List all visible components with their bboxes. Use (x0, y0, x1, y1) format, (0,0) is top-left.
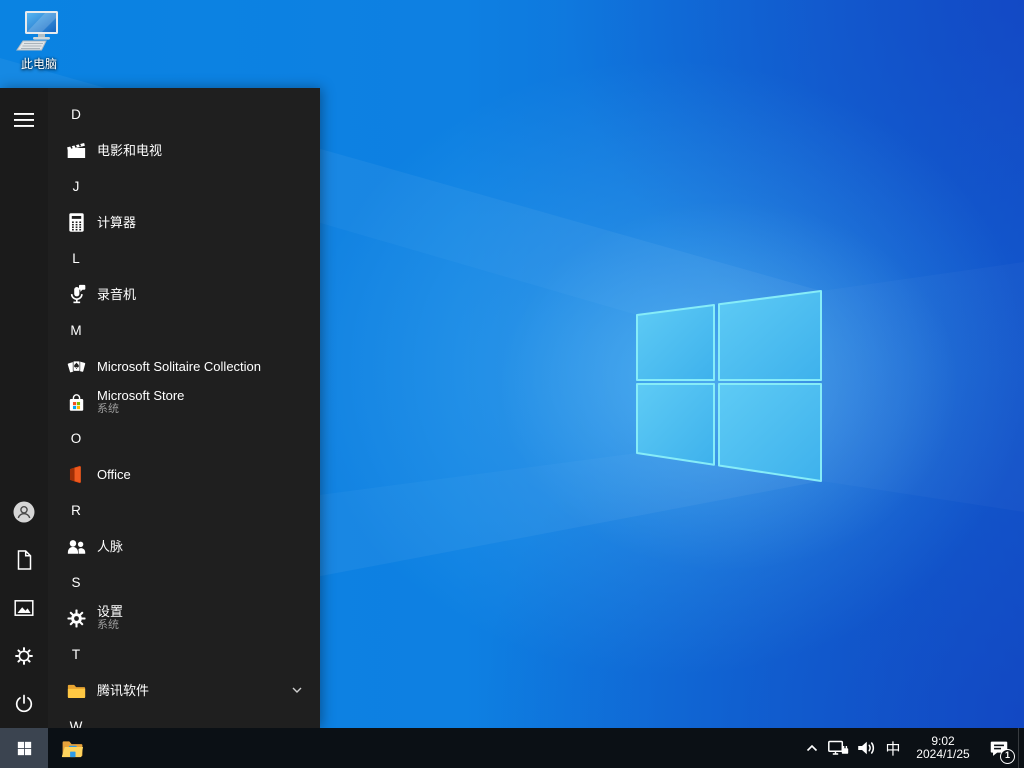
section-letter: S (71, 574, 81, 590)
section-letter: L (72, 250, 80, 266)
clock-time: 9:02 (931, 733, 955, 748)
start-menu-app-office[interactable]: Office (48, 456, 320, 492)
start-menu-app-voice-recorder[interactable]: 录音机 (48, 276, 320, 312)
app-label: 设置 (97, 604, 124, 619)
volume-tray-button[interactable] (852, 728, 880, 768)
start-menu-app-movies-tv[interactable]: 电影和电视 (48, 132, 320, 168)
app-label: 人脉 (97, 538, 124, 554)
section-header-w[interactable]: W (48, 708, 320, 729)
clock-date: 2024/1/25 (916, 747, 970, 761)
network-icon (828, 740, 849, 755)
hamburger-icon (14, 113, 34, 127)
power-icon (12, 692, 36, 716)
start-menu-rail (0, 88, 48, 728)
section-letter: J (72, 178, 80, 194)
this-pc-icon (16, 11, 58, 51)
rail-pictures-button[interactable] (12, 596, 36, 620)
start-menu-app-microsoft-store[interactable]: Microsoft Store 系统 (48, 384, 320, 420)
taskbar: 中 9:02 2024/1/25 1 (0, 728, 1024, 768)
ime-indicator[interactable]: 中 (880, 728, 906, 768)
app-label: 腾讯软件 (97, 682, 150, 698)
gear-outline-icon (12, 644, 36, 668)
notification-badge: 1 (1000, 749, 1015, 764)
document-icon (12, 548, 36, 572)
office-icon (64, 462, 88, 486)
voice-recorder-icon (64, 282, 88, 306)
start-menu-app-solitaire[interactable]: Microsoft Solitaire Collection (48, 348, 320, 384)
system-tray: 中 9:02 2024/1/25 1 (800, 728, 1024, 768)
app-sublabel: 系统 (97, 619, 119, 631)
rail-settings-button[interactable] (12, 644, 36, 668)
taskbar-clock[interactable]: 9:02 2024/1/25 (906, 728, 980, 768)
rail-power-button[interactable] (12, 692, 36, 716)
app-label: 电影和电视 (97, 142, 163, 158)
section-letter: T (71, 646, 81, 662)
action-center-button[interactable]: 1 (980, 728, 1018, 768)
section-letter: W (69, 718, 83, 729)
section-header-t[interactable]: T (48, 636, 320, 672)
section-header-m[interactable]: M (48, 312, 320, 348)
desktop-icon-this-pc[interactable]: 此电脑 (8, 8, 70, 72)
settings-icon (64, 606, 88, 630)
app-label: 录音机 (97, 286, 137, 302)
start-menu-app-settings[interactable]: 设置 系统 (48, 600, 320, 636)
pictures-icon (12, 596, 36, 620)
app-label: Microsoft Solitaire Collection (97, 358, 262, 374)
start-menu: D 电影和电视 J 计算器 L 录音机 M Microsoft Solitaire Colle… (0, 88, 320, 728)
start-menu-app-people[interactable]: 人脉 (48, 528, 320, 564)
section-header-d[interactable]: D (48, 96, 320, 132)
show-desktop-button[interactable] (1018, 728, 1024, 768)
network-tray-button[interactable] (824, 728, 852, 768)
file-explorer-button[interactable] (48, 728, 96, 768)
desktop-icon-label: 此电脑 (20, 57, 57, 71)
solitaire-icon (64, 354, 88, 378)
movies-tv-icon (64, 138, 88, 162)
chevron-up-icon (806, 744, 818, 752)
rail-user-account-button[interactable] (12, 500, 36, 524)
people-icon (64, 534, 88, 558)
section-letter: O (70, 430, 82, 446)
windows-start-icon (17, 741, 31, 755)
section-letter: M (70, 322, 82, 338)
section-header-s[interactable]: S (48, 564, 320, 600)
app-label: 计算器 (97, 214, 137, 230)
app-label: Office (97, 466, 131, 482)
app-sublabel: 系统 (97, 403, 119, 415)
show-hidden-icons-button[interactable] (800, 728, 824, 768)
speaker-icon (858, 741, 875, 755)
start-button[interactable] (0, 728, 48, 768)
start-menu-app-tencent-folder[interactable]: 腾讯软件 (48, 672, 320, 708)
expand-menu-button[interactable] (12, 108, 36, 132)
windows-logo (636, 290, 822, 482)
section-header-r[interactable]: R (48, 492, 320, 528)
chevron-down-icon[interactable] (288, 681, 306, 699)
app-label: Microsoft Store (97, 388, 185, 403)
section-header-o[interactable]: O (48, 420, 320, 456)
start-menu-app-list: D 电影和电视 J 计算器 L 录音机 M Microsoft Solitaire Colle… (48, 88, 320, 728)
user-icon (12, 500, 36, 524)
tencent-folder-icon (64, 678, 88, 702)
section-letter: R (71, 502, 81, 518)
microsoft-store-icon (64, 390, 88, 414)
file-explorer-icon (61, 740, 83, 757)
section-header-j[interactable]: J (48, 168, 320, 204)
calculator-icon (64, 210, 88, 234)
start-menu-app-calculator[interactable]: 计算器 (48, 204, 320, 240)
rail-documents-button[interactable] (12, 548, 36, 572)
section-letter: D (71, 106, 81, 122)
section-header-l[interactable]: L (48, 240, 320, 276)
